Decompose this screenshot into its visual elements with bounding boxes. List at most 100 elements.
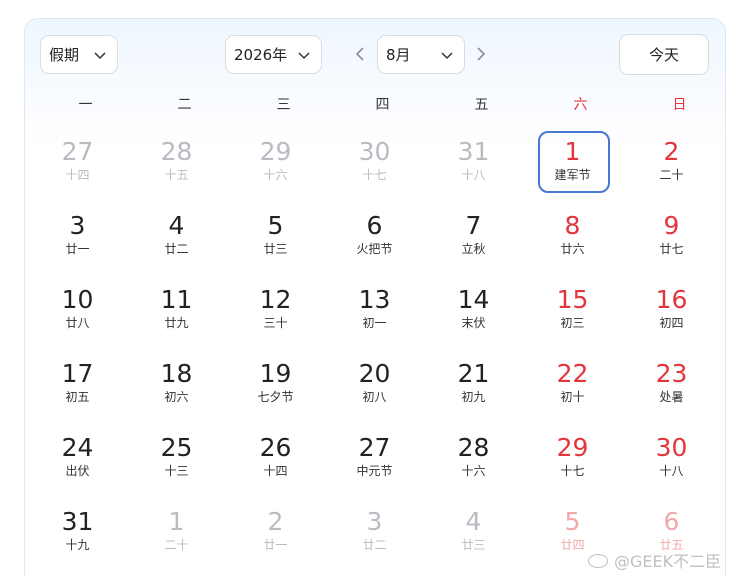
week-row: 10 廿八 11 廿九 12 三十 13 初一 14 末伏 15 初三 16 初四 bbox=[28, 277, 721, 351]
date-cell[interactable]: 17 初五 bbox=[28, 351, 127, 425]
month-select[interactable]: 8月 bbox=[377, 35, 465, 74]
date-cell[interactable]: 6 火把节 bbox=[325, 203, 424, 277]
date-cell[interactable]: 2 二十 bbox=[622, 129, 721, 203]
lunar-label: 十七 bbox=[362, 168, 387, 182]
date-number: 9 bbox=[663, 211, 680, 240]
date-cell[interactable]: 28 十五 bbox=[127, 129, 226, 203]
date-number: 30 bbox=[358, 137, 391, 166]
date-number: 19 bbox=[259, 359, 292, 388]
date-number: 16 bbox=[655, 285, 688, 314]
week-row: 3 廿一 4 廿二 5 廿三 6 火把节 7 立秋 8 廿六 9 廿七 bbox=[28, 203, 721, 277]
prev-month-icon[interactable] bbox=[353, 45, 367, 63]
date-cell[interactable]: 7 立秋 bbox=[424, 203, 523, 277]
date-cell[interactable]: 31 十八 bbox=[424, 129, 523, 203]
date-cell[interactable]: 20 初八 bbox=[325, 351, 424, 425]
lunar-label: 三十 bbox=[263, 316, 288, 330]
lunar-label: 初六 bbox=[164, 390, 189, 404]
today-button[interactable]: 今天 bbox=[619, 34, 709, 75]
chevron-down-icon bbox=[94, 52, 106, 60]
date-number: 2 bbox=[663, 137, 680, 166]
date-cell[interactable]: 8 廿六 bbox=[523, 203, 622, 277]
date-cell[interactable]: 25 十三 bbox=[127, 425, 226, 499]
date-cell[interactable]: 22 初十 bbox=[523, 351, 622, 425]
lunar-label: 初十 bbox=[560, 390, 585, 404]
holiday-select-label: 假期 bbox=[49, 46, 80, 64]
watermark-text: @GEEK不二臣 bbox=[614, 552, 722, 571]
lunar-label: 建军节 bbox=[554, 168, 591, 182]
next-month-icon[interactable] bbox=[474, 45, 488, 63]
date-cell[interactable]: 4 廿二 bbox=[127, 203, 226, 277]
date-cell[interactable]: 9 廿七 bbox=[622, 203, 721, 277]
lunar-label: 立秋 bbox=[461, 242, 486, 256]
lunar-label: 初一 bbox=[362, 316, 387, 330]
date-cell[interactable]: 29 十六 bbox=[226, 129, 325, 203]
date-number: 26 bbox=[259, 433, 292, 462]
date-cell[interactable]: 23 处暑 bbox=[622, 351, 721, 425]
date-cell[interactable]: 27 十四 bbox=[28, 129, 127, 203]
lunar-label: 廿七 bbox=[659, 242, 684, 256]
date-cell[interactable]: 15 初三 bbox=[523, 277, 622, 351]
week-row: 24 出伏 25 十三 26 十四 27 中元节 28 十六 29 十七 30 十八 bbox=[28, 425, 721, 499]
date-number: 5 bbox=[267, 211, 284, 240]
date-number: 6 bbox=[366, 211, 383, 240]
lunar-label: 十四 bbox=[65, 168, 90, 182]
date-cell[interactable]: 26 十四 bbox=[226, 425, 325, 499]
date-cell[interactable]: 5 廿三 bbox=[226, 203, 325, 277]
date-number: 31 bbox=[61, 507, 94, 536]
lunar-label: 初八 bbox=[362, 390, 387, 404]
date-cell[interactable]: 16 初四 bbox=[622, 277, 721, 351]
date-cell[interactable]: 3 廿二 bbox=[325, 499, 424, 573]
date-number: 27 bbox=[358, 433, 391, 462]
date-number: 28 bbox=[160, 137, 193, 166]
lunar-label: 十四 bbox=[263, 464, 288, 478]
date-cell[interactable]: 27 中元节 bbox=[325, 425, 424, 499]
lunar-label: 廿一 bbox=[263, 538, 288, 552]
date-cell[interactable]: 2 廿一 bbox=[226, 499, 325, 573]
date-cell[interactable]: 19 七夕节 bbox=[226, 351, 325, 425]
lunar-label: 十八 bbox=[461, 168, 486, 182]
date-cell[interactable]: 30 十七 bbox=[325, 129, 424, 203]
lunar-label: 十六 bbox=[263, 168, 288, 182]
lunar-label: 二十 bbox=[164, 538, 189, 552]
lunar-label: 处暑 bbox=[659, 390, 684, 404]
date-number: 6 bbox=[663, 507, 680, 536]
date-cell[interactable]: 13 初一 bbox=[325, 277, 424, 351]
lunar-label: 火把节 bbox=[356, 242, 393, 256]
date-number: 17 bbox=[61, 359, 94, 388]
date-cell[interactable]: 3 廿一 bbox=[28, 203, 127, 277]
date-number: 18 bbox=[160, 359, 193, 388]
lunar-label: 末伏 bbox=[461, 316, 486, 330]
lunar-label: 廿六 bbox=[560, 242, 585, 256]
week-row: 17 初五 18 初六 19 七夕节 20 初八 21 初九 22 初十 23 处暑 bbox=[28, 351, 721, 425]
date-number: 13 bbox=[358, 285, 391, 314]
date-cell[interactable]: 1 二十 bbox=[127, 499, 226, 573]
date-cell[interactable]: 31 十九 bbox=[28, 499, 127, 573]
date-cell[interactable]: 10 廿八 bbox=[28, 277, 127, 351]
lunar-label: 中元节 bbox=[356, 464, 393, 478]
date-cell[interactable]: 14 末伏 bbox=[424, 277, 523, 351]
lunar-label: 十九 bbox=[65, 538, 90, 552]
watermark: @GEEK不二臣 bbox=[588, 548, 721, 572]
lunar-label: 初三 bbox=[560, 316, 585, 330]
date-cell[interactable]: 11 廿九 bbox=[127, 277, 226, 351]
date-number: 1 bbox=[168, 507, 185, 536]
date-number: 28 bbox=[457, 433, 490, 462]
date-cell[interactable]: 30 十八 bbox=[622, 425, 721, 499]
date-cell[interactable]: 4 廿三 bbox=[424, 499, 523, 573]
date-cell[interactable]: 12 三十 bbox=[226, 277, 325, 351]
date-cell[interactable]: 29 十七 bbox=[523, 425, 622, 499]
lunar-label: 初四 bbox=[659, 316, 684, 330]
weekday-label-saturday: 六 bbox=[573, 97, 588, 113]
weekday-label-sunday: 日 bbox=[672, 97, 687, 113]
holiday-select[interactable]: 假期 bbox=[40, 35, 118, 74]
date-cell[interactable]: 28 十六 bbox=[424, 425, 523, 499]
date-cell[interactable]: 18 初六 bbox=[127, 351, 226, 425]
date-number: 15 bbox=[556, 285, 589, 314]
date-cell[interactable]: 24 出伏 bbox=[28, 425, 127, 499]
date-number: 25 bbox=[160, 433, 193, 462]
date-cell[interactable]: 21 初九 bbox=[424, 351, 523, 425]
chevron-down-icon bbox=[298, 52, 310, 60]
date-cell-selected[interactable]: 1 建军节 bbox=[523, 129, 622, 203]
year-select[interactable]: 2026年 bbox=[225, 35, 322, 74]
lunar-label: 十五 bbox=[164, 168, 189, 182]
